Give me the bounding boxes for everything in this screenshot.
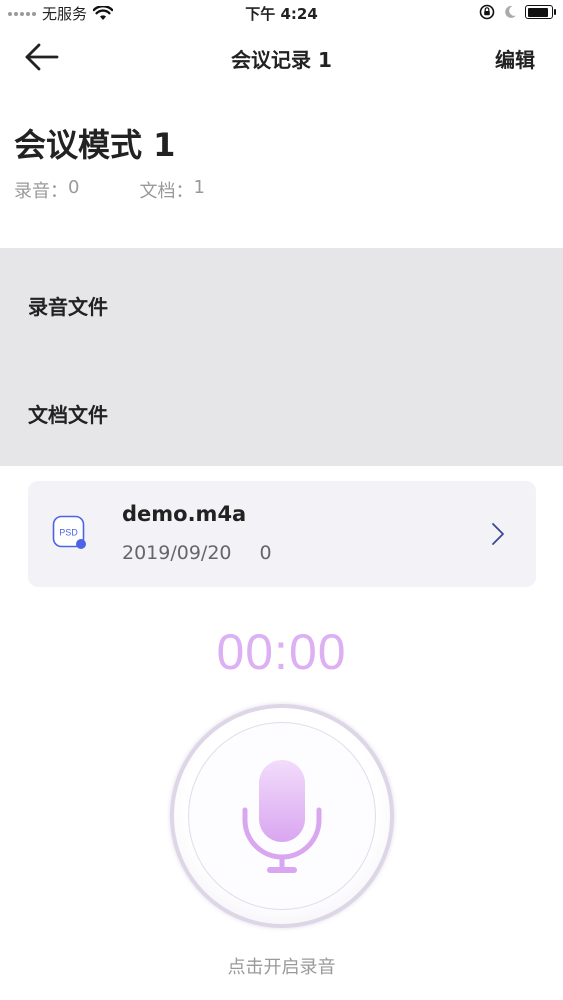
status-bar: 无服务 下午 4:24 xyxy=(0,0,563,28)
status-right xyxy=(479,4,556,20)
record-hint: 点击开启录音 xyxy=(227,957,336,978)
psd-file-icon: PSD xyxy=(52,515,86,549)
file-meta: 2019/09/20 0 xyxy=(122,542,272,564)
file-list-item[interactable]: PSD demo.m4a 2019/09/20 0 xyxy=(28,481,536,587)
recordings-label: 录音： xyxy=(14,181,68,202)
recording-timer: 00:00 xyxy=(216,624,347,680)
moon-icon xyxy=(505,5,516,18)
documents-stat: 文档： 1 xyxy=(139,177,204,203)
recordings-count: 0 xyxy=(68,177,80,198)
recordings-stat: 录音： 0 xyxy=(14,177,79,203)
chevron-right-icon xyxy=(492,523,504,545)
file-sections: 录音文件 文档文件 xyxy=(0,248,563,466)
file-size: 0 xyxy=(259,542,272,564)
file-name: demo.m4a xyxy=(122,502,247,526)
nav-bar: 会议记录 1 编辑 xyxy=(0,30,563,86)
battery-icon xyxy=(525,5,556,19)
edit-button[interactable]: 编辑 xyxy=(495,44,535,73)
record-button[interactable] xyxy=(170,704,394,928)
section-recordings[interactable]: 录音文件 xyxy=(28,291,108,320)
meeting-stats: 录音： 0 文档： 1 xyxy=(14,177,205,203)
psd-icon-text: PSD xyxy=(59,528,78,538)
nav-title: 会议记录 1 xyxy=(231,48,332,72)
rotation-lock-icon xyxy=(479,4,495,20)
page-title: 会议模式 1 xyxy=(14,126,176,164)
microphone-icon xyxy=(242,760,322,873)
documents-label: 文档： xyxy=(139,181,194,202)
file-date: 2019/09/20 xyxy=(122,542,232,564)
documents-count: 1 xyxy=(193,177,205,198)
section-documents[interactable]: 文档文件 xyxy=(28,399,108,428)
